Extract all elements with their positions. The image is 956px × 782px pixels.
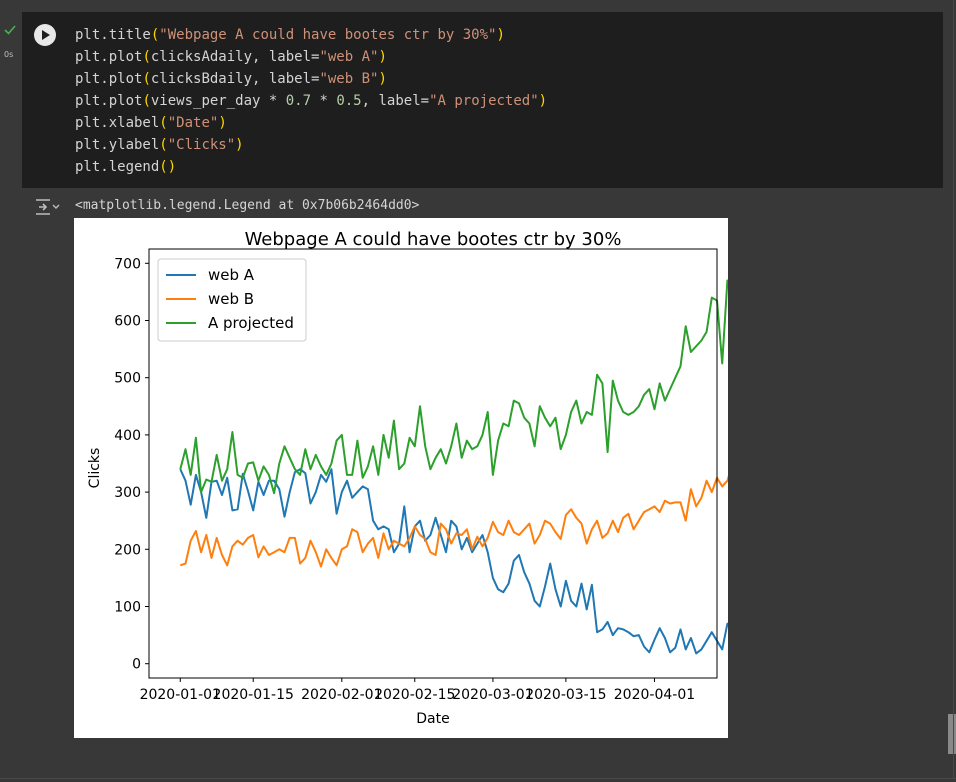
code-editor[interactable]: plt.title ( "Webpage A could have bootes c… [75, 24, 547, 178]
y-tick-label: 0 [132, 657, 141, 673]
code-token: ) [218, 115, 227, 131]
code-token: * [311, 93, 337, 109]
legend-label: web B [208, 290, 254, 308]
code-token: () [159, 159, 177, 175]
x-tick-label: 2020-04-01 [614, 687, 695, 703]
y-tick-label: 300 [114, 485, 141, 501]
code-token: clicksAdaily, label= [150, 49, 320, 65]
x-axis-label: Date [416, 711, 449, 727]
x-tick-label: 2020-01-01 [140, 687, 221, 703]
x-tick-label: 2020-03-01 [452, 687, 533, 703]
code-token: plt.title [75, 27, 151, 43]
code-token: plt.plot [75, 49, 143, 65]
code-line: plt.plot(clicksAdaily, label="web A") [75, 46, 547, 68]
divider [0, 778, 956, 779]
plot-image: Webpage A could have bootes ctr by 30% D… [74, 218, 765, 738]
code-token: plt.ylabel [75, 137, 160, 153]
code-line: plt.legend() [75, 156, 547, 178]
code-token: , label= [361, 93, 430, 109]
divider [953, 0, 954, 778]
code-line: plt.xlabel("Date") [75, 112, 547, 134]
legend-label: A projected [208, 314, 294, 332]
series-line-1 [179, 468, 765, 655]
cell-gutter: 0s [0, 12, 22, 72]
y-tick-label: 700 [114, 256, 141, 272]
legend-label: web A [208, 266, 255, 284]
code-token: ( [142, 93, 151, 109]
code-token: ( [159, 137, 168, 153]
code-token: "web B" [319, 71, 379, 87]
x-tick-label: 2020-02-01 [301, 687, 382, 703]
execution-time: 0s [4, 50, 14, 59]
code-token: ) [496, 27, 505, 43]
y-tick-label: 500 [114, 371, 141, 387]
output-text: <matplotlib.legend.Legend at 0x7b06b2464… [75, 198, 420, 213]
check-icon [4, 25, 16, 35]
output-toggle-icon[interactable] [34, 197, 60, 217]
code-token: "web A" [319, 49, 379, 65]
y-tick-label: 100 [114, 600, 141, 616]
code-token: 0.5 [336, 93, 362, 109]
x-tick-label: 2020-02-15 [374, 687, 455, 703]
code-token: ) [235, 137, 244, 153]
code-token: plt.xlabel [75, 115, 160, 131]
play-icon [42, 30, 50, 40]
code-token: ) [538, 93, 548, 109]
code-token: 0.7 [285, 93, 312, 109]
run-cell-button[interactable] [34, 24, 56, 46]
code-token: ( [142, 49, 151, 65]
code-line: plt.plot(clicksBdaily, label="web B") [75, 68, 547, 90]
x-tick-label: 2020-03-15 [525, 687, 606, 703]
y-tick-label: 200 [114, 542, 141, 558]
code-token: "Date" [167, 115, 219, 131]
scrollbar-thumb[interactable] [948, 714, 956, 754]
code-token: "Webpage A could have bootes ctr by 30%" [159, 27, 497, 43]
code-token: plt.legend [75, 159, 160, 175]
code-token: plt.plot [75, 93, 143, 109]
code-token: ) [378, 71, 387, 87]
code-cell[interactable]: plt.title ( "Webpage A could have bootes c… [22, 12, 943, 188]
code-line: plt.title("Webpage A could have bootes c… [75, 24, 547, 46]
line-chart: Webpage A could have bootes ctr by 30% D… [87, 229, 765, 727]
y-axis-label: Clicks [87, 448, 103, 489]
code-token: "Clicks" [167, 137, 236, 153]
chart-title: Webpage A could have bootes ctr by 30% [245, 229, 622, 250]
code-line: plt.ylabel("Clicks") [75, 134, 547, 156]
x-tick-label: 2020-01-15 [213, 687, 294, 703]
y-tick-label: 600 [114, 314, 141, 330]
code-token: ) [378, 49, 387, 65]
code-token: ( [142, 71, 151, 87]
code-token: clicksBdaily, label= [150, 71, 320, 87]
code-token: views_per_day * [150, 93, 286, 109]
code-token: ( [159, 115, 168, 131]
code-line: plt.plot(views_per_day * 0.7 * 0.5, labe… [75, 90, 547, 112]
code-token: "A projected" [429, 93, 539, 109]
y-tick-label: 400 [114, 428, 141, 444]
code-token: plt.plot [75, 71, 143, 87]
